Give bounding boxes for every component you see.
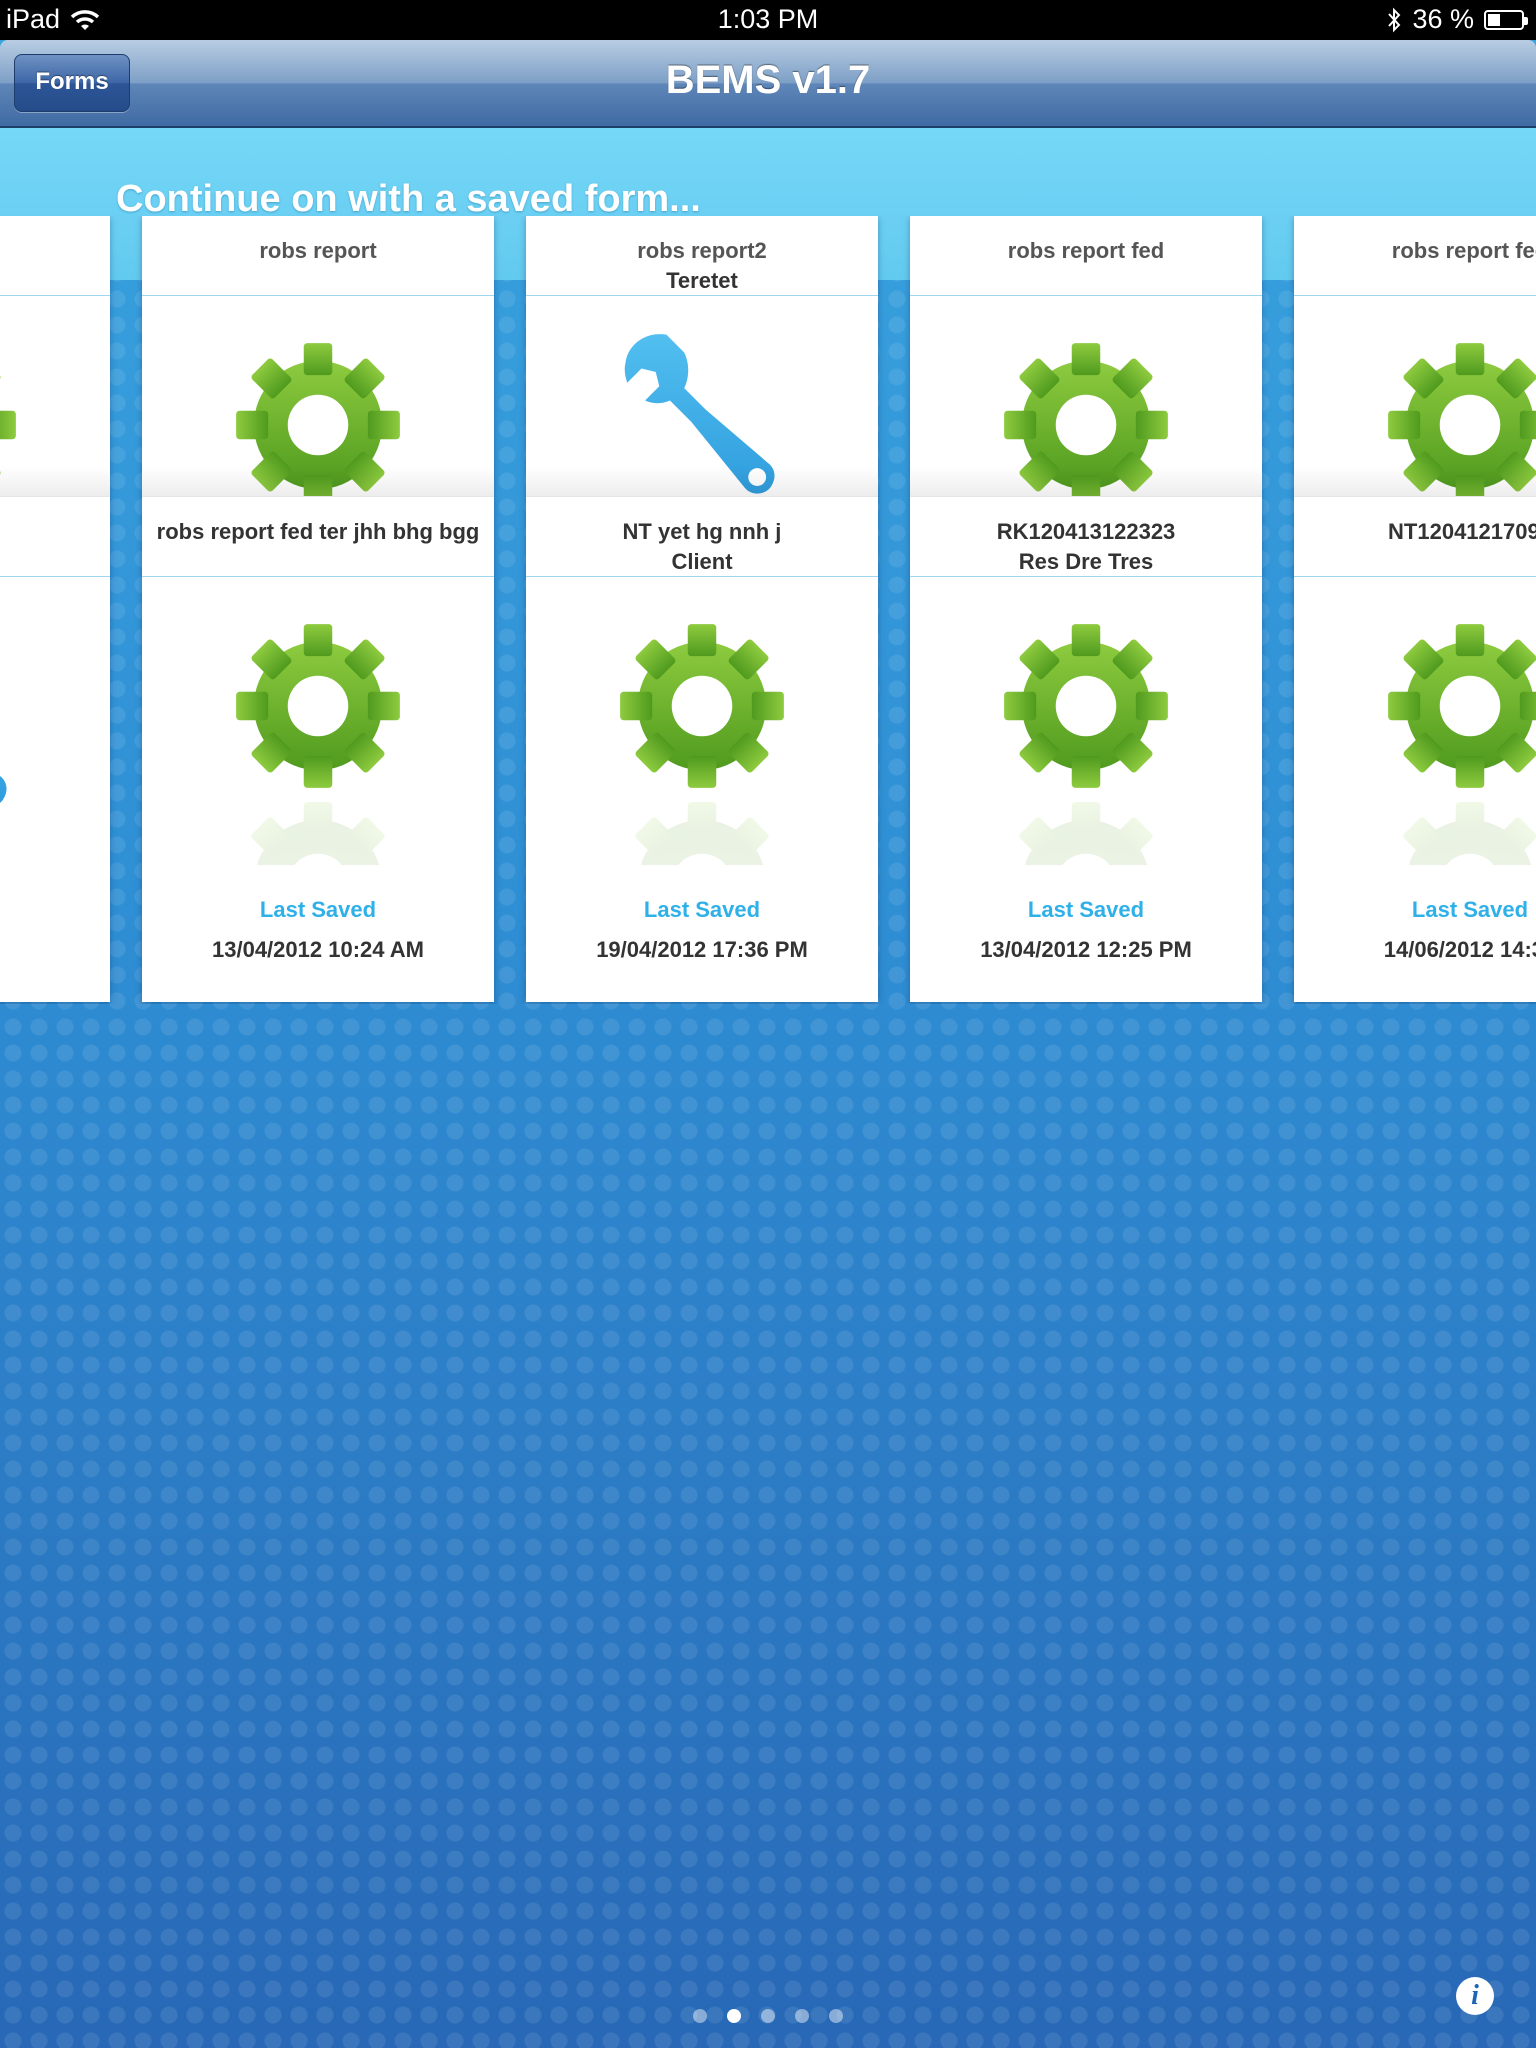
card-title: robs report fed bbox=[910, 216, 1262, 296]
card-title: robs report bbox=[142, 216, 494, 296]
card-reference: NT12041217093 bbox=[1294, 497, 1536, 577]
page-dot[interactable] bbox=[829, 2009, 843, 2023]
page-indicator[interactable] bbox=[0, 2009, 1536, 2023]
card-reference-line1: robs report fed ter jhh bhg bgg bbox=[156, 519, 480, 544]
last-saved-label: Last Saved bbox=[1411, 897, 1529, 922]
saved-form-card[interactable]: robs report fed NT12041217093 Last Saved… bbox=[1294, 216, 1536, 1002]
card-title-text: 1-2 bbox=[0, 236, 110, 266]
last-saved-label: Last Saved bbox=[259, 897, 377, 922]
card-status-icon-area bbox=[1294, 577, 1536, 897]
status-right: 36 % bbox=[1386, 4, 1528, 35]
last-saved-date: PM bbox=[0, 911, 110, 937]
card-title-text: robs report bbox=[259, 238, 377, 263]
gear-icon bbox=[229, 617, 407, 795]
card-reference: robs report fed ter jhh bhg bgg bbox=[142, 497, 494, 577]
card-reference-line1: RK120413122323 bbox=[996, 519, 1176, 544]
card-reference-line1: 51 bbox=[0, 517, 110, 547]
card-status-icon-area bbox=[910, 577, 1262, 897]
bluetooth-icon bbox=[1388, 7, 1401, 32]
page-dot[interactable] bbox=[795, 2009, 809, 2023]
page-dot[interactable] bbox=[727, 2009, 741, 2023]
gear-reflection-icon bbox=[229, 795, 407, 865]
saved-forms-carousel[interactable]: 1-2 51 PM robs report robs report fed te… bbox=[0, 216, 1536, 1004]
saved-form-card[interactable]: robs report robs report fed ter jhh bhg … bbox=[142, 216, 494, 1002]
status-bar: iPad 1:03 PM 36 % bbox=[0, 0, 1536, 40]
gear-icon bbox=[1381, 617, 1536, 795]
saved-form-card[interactable]: 1-2 51 PM bbox=[0, 216, 110, 1002]
gear-icon bbox=[613, 617, 791, 795]
saved-form-card[interactable]: robs report fed RK120413122323 Res Dre T… bbox=[910, 216, 1262, 1002]
battery-percent: 36 % bbox=[1412, 4, 1474, 34]
card-status-icon-area bbox=[526, 577, 878, 897]
status-time: 1:03 PM bbox=[717, 4, 819, 34]
card-icon-area bbox=[910, 296, 1262, 497]
last-saved-date: 19/04/2012 17:36 PM bbox=[596, 937, 808, 962]
card-icon-area bbox=[526, 296, 878, 497]
page-title: BEMS v1.7 bbox=[665, 58, 871, 102]
card-title-text: robs report fed bbox=[1007, 238, 1165, 263]
card-reference: 51 bbox=[0, 497, 110, 577]
gear-reflection-icon bbox=[1381, 795, 1536, 865]
card-icon-area bbox=[0, 296, 110, 497]
card-subtitle: Teretet bbox=[666, 268, 738, 293]
card-reference-line2: Res Dre Tres bbox=[1018, 549, 1154, 574]
card-icon-area bbox=[1294, 296, 1536, 497]
last-saved-date: 13/04/2012 12:25 PM bbox=[980, 937, 1192, 962]
card-reference-line2: Client bbox=[671, 549, 733, 574]
card-reference: RK120413122323 Res Dre Tres bbox=[910, 497, 1262, 577]
battery-icon bbox=[1484, 9, 1528, 30]
card-title: robs report fed bbox=[1294, 216, 1536, 296]
gear-reflection-icon bbox=[613, 795, 791, 865]
last-saved-label: Last Saved bbox=[1027, 897, 1145, 922]
saved-form-card[interactable]: robs report2 Teretet NT yet hg nnh j Cli… bbox=[526, 216, 878, 1002]
last-saved-date: 13/04/2012 10:24 AM bbox=[212, 937, 424, 962]
page-dot[interactable] bbox=[693, 2009, 707, 2023]
gear-reflection-icon bbox=[997, 795, 1175, 865]
card-reference: NT yet hg nnh j Client bbox=[526, 497, 878, 577]
info-icon[interactable]: i bbox=[1456, 1977, 1494, 2015]
card-status-icon-area bbox=[142, 577, 494, 897]
nav-bar: Forms BEMS v1.7 bbox=[0, 40, 1536, 128]
card-title: robs report2 Teretet bbox=[526, 216, 878, 296]
card-status-icon-area bbox=[0, 577, 110, 897]
last-saved-label: Last Saved bbox=[643, 897, 761, 922]
card-title: 1-2 bbox=[0, 216, 110, 296]
card-title-text: robs report2 bbox=[637, 238, 767, 263]
card-icon-area bbox=[142, 296, 494, 497]
page-dot[interactable] bbox=[761, 2009, 775, 2023]
gear-icon bbox=[997, 617, 1175, 795]
card-reference-line1: NT12041217093 bbox=[1388, 519, 1536, 544]
wrench-icon bbox=[0, 637, 23, 815]
battery-fill bbox=[1488, 13, 1500, 26]
card-title-text: robs report fed bbox=[1391, 238, 1536, 263]
banner-text: Continue on with a saved form... bbox=[116, 178, 701, 220]
last-saved-date: 14/06/2012 14:35 bbox=[1383, 937, 1536, 962]
card-reference-line1: NT yet hg nnh j bbox=[622, 519, 782, 544]
